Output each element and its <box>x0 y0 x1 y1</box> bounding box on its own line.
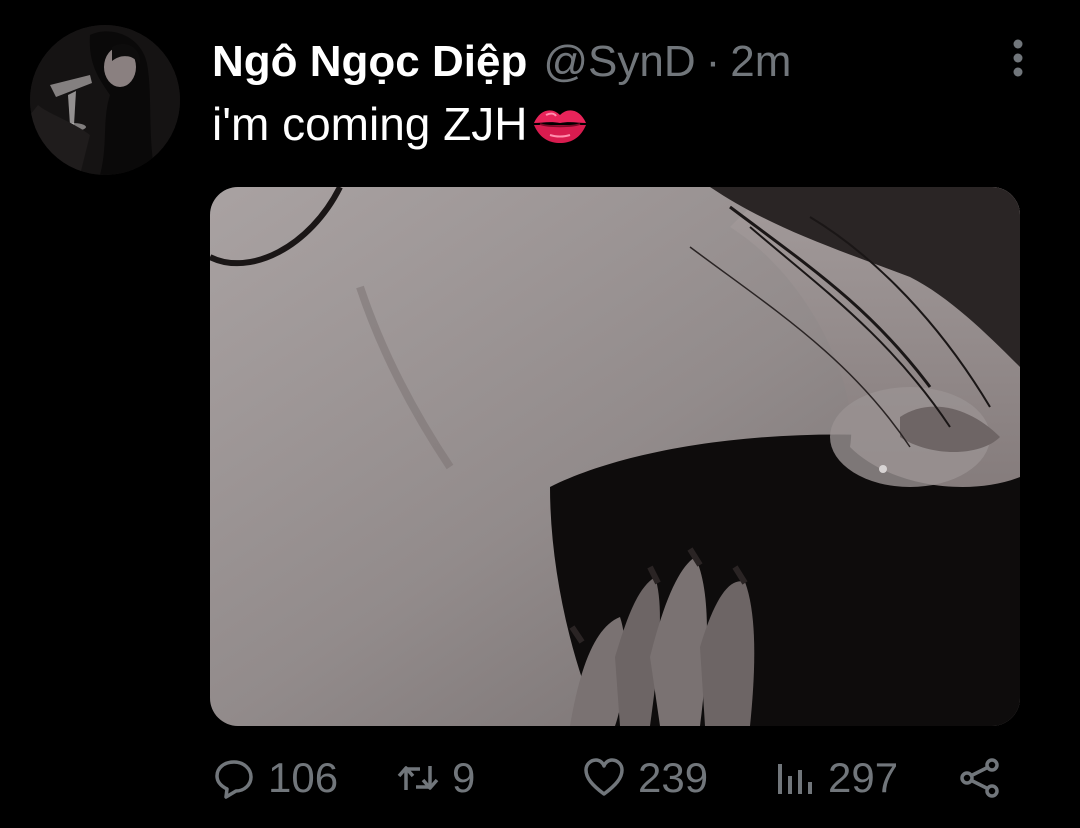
views-count: 297 <box>828 754 899 801</box>
retweet-count: 9 <box>452 754 476 801</box>
user-handle[interactable]: @SynD <box>543 34 695 90</box>
tweet-text-content: i'm coming ZJH <box>212 98 528 150</box>
kiss-mark-icon <box>532 103 588 145</box>
timestamp[interactable]: 2m <box>730 34 791 90</box>
reply-count: 106 <box>268 754 339 801</box>
avatar[interactable] <box>30 25 180 175</box>
views-button[interactable]: 297 <box>772 746 898 810</box>
share-button[interactable] <box>958 746 1014 810</box>
separator-dot: · <box>705 37 721 86</box>
display-name[interactable]: Ngô Ngọc Diệp <box>212 34 527 90</box>
more-options-button[interactable] <box>998 36 1038 80</box>
retweet-button[interactable]: 9 <box>396 746 475 810</box>
tweet-actions: 106 9 239 297 <box>0 746 1080 810</box>
reply-icon <box>212 756 256 800</box>
retweet-icon <box>396 756 440 800</box>
heart-icon <box>582 756 626 800</box>
more-vertical-icon <box>1013 39 1023 77</box>
reply-button[interactable]: 106 <box>212 746 338 810</box>
like-button[interactable]: 239 <box>582 746 708 810</box>
like-count: 239 <box>638 754 709 801</box>
tweet-header: Ngô Ngọc Diệp @SynD · 2m <box>212 34 791 90</box>
views-chart-icon <box>772 756 816 800</box>
tweet[interactable]: Ngô Ngọc Diệp @SynD · 2m i'm coming ZJH <box>0 0 1080 828</box>
share-icon <box>958 756 1002 800</box>
tweet-media-photo[interactable] <box>210 187 1020 726</box>
tweet-text: i'm coming ZJH <box>212 94 588 154</box>
